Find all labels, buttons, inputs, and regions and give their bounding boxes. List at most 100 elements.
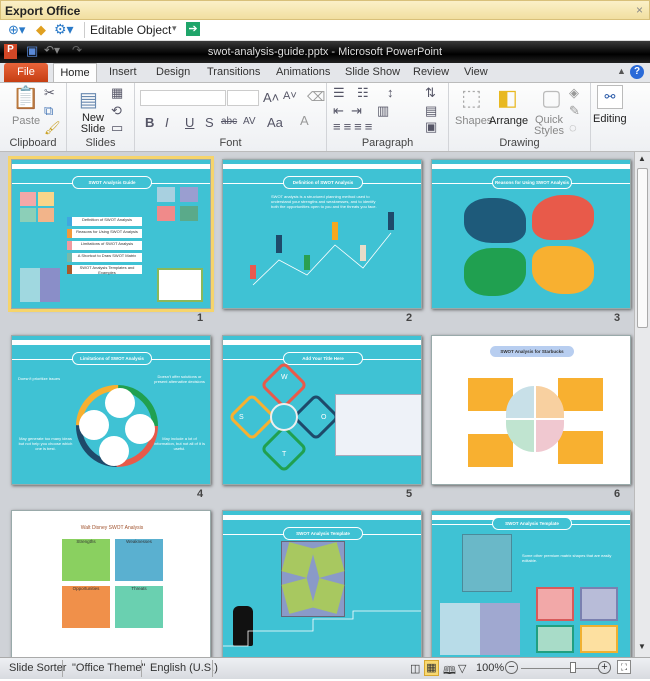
new-slide-icon[interactable]: ▤ <box>79 87 98 112</box>
scroll-up-icon[interactable]: ▲ <box>638 154 646 163</box>
slide-thumbnail-2[interactable]: Definition of SWOT Analysis SWOT analysi… <box>222 159 422 309</box>
font-color-button[interactable]: A <box>300 113 309 128</box>
layout-icon[interactable]: ▦ <box>111 85 123 101</box>
tab-home[interactable]: Home <box>53 63 97 83</box>
smartart-icon[interactable]: ▣ <box>425 119 437 135</box>
columns-icon[interactable]: ▥ <box>377 103 389 119</box>
zoom-slider-thumb[interactable] <box>570 662 576 673</box>
section-icon[interactable]: ▭ <box>111 120 123 136</box>
tab-transitions[interactable]: Transitions <box>207 66 260 78</box>
underline-button[interactable]: U <box>185 115 194 130</box>
settings-gear-icon[interactable]: ⚙▾ <box>54 21 74 38</box>
slide-thumbnail-7[interactable]: Walt Disney SWOT Analysis Strengths Weak… <box>11 510 211 660</box>
tab-design[interactable]: Design <box>156 66 190 78</box>
quick-styles-button[interactable]: Quick Styles <box>531 115 567 137</box>
paste-button[interactable]: Paste <box>12 115 40 127</box>
strikethrough-button[interactable]: abc <box>221 116 237 127</box>
theme-status[interactable]: "Office Theme" <box>72 662 145 674</box>
bullets-icon[interactable]: ☰ <box>333 85 345 101</box>
chess-line-chart <box>250 212 394 286</box>
slide-thumbnail-4[interactable]: Limitations of SWOT Analysis Doesn't pri… <box>11 335 211 485</box>
font-size-select[interactable] <box>227 90 259 106</box>
go-arrow-icon[interactable]: ➔ <box>186 22 200 36</box>
cut-icon[interactable]: ✂ <box>44 85 55 101</box>
clear-format-icon[interactable]: ⌫ <box>307 89 325 105</box>
normal-view-icon[interactable]: ◫ <box>410 662 420 675</box>
font-name-select[interactable] <box>140 90 226 106</box>
zoom-slider-track[interactable] <box>521 668 599 669</box>
mode-select[interactable]: Editable Object <box>90 23 171 37</box>
vertical-scrollbar[interactable]: ▲ ▼ <box>634 152 650 657</box>
scroll-down-icon[interactable]: ▼ <box>638 642 646 651</box>
tab-view[interactable]: View <box>464 66 488 78</box>
zoom-level[interactable]: 100% <box>476 662 504 674</box>
numbering-icon[interactable]: ☷ <box>357 85 369 101</box>
shrink-font-icon[interactable]: A˅ <box>283 90 297 102</box>
slide-thumbnail-1[interactable]: SWOT Analysis Guide Definition of SWOT A… <box>8 156 214 312</box>
paste-icon[interactable]: 📋 <box>12 85 39 111</box>
text-direction-icon[interactable]: ⇅ <box>425 85 436 101</box>
copy-icon[interactable]: ⧉ <box>44 103 53 119</box>
zoom-out-icon[interactable]: − <box>505 661 518 674</box>
chevron-down-icon[interactable]: ▾ <box>172 23 177 34</box>
editing-group: ⚯ Editing <box>591 83 631 151</box>
shapes-button[interactable]: Shapes <box>455 115 492 127</box>
tab-file[interactable]: File <box>4 63 48 82</box>
zoom-in-icon[interactable]: + <box>598 661 611 674</box>
align-text-icon[interactable]: ▤ <box>425 103 437 119</box>
slide-number: 6 <box>614 488 621 500</box>
shapes-icon[interactable]: ⬚ <box>461 85 482 111</box>
slide-thumbnail-5[interactable]: Add Your Title Here W S O T <box>222 335 422 485</box>
slide-number: 2 <box>406 312 413 324</box>
editing-button[interactable]: Editing <box>593 113 627 125</box>
ribbon-tabs: File Home Insert Design Transitions Anim… <box>0 63 650 83</box>
close-button[interactable]: × <box>636 3 643 17</box>
slide-thumbnail-3[interactable]: Reasons for Using SWOT Analysis <box>431 159 631 309</box>
drawing-group: ⬚ Shapes ◧ Arrange ▢ Quick Styles ◈ ✎ ◌ … <box>449 83 591 151</box>
change-case-button[interactable]: Aa <box>267 115 283 130</box>
arrange-icon[interactable]: ◧ <box>497 85 518 111</box>
clipboard-label: Clipboard <box>9 137 57 149</box>
line-spacing-icon[interactable]: ↕ <box>387 85 394 100</box>
clipboard-group: 📋 Paste ✂ ⧉ 🖌 Clipboard <box>0 83 67 151</box>
slideshow-view-icon[interactable]: ▽ <box>458 662 466 675</box>
slide-thumbnail-9[interactable]: SWOT Analysis Template Some other premiu… <box>431 510 631 660</box>
reading-view-icon[interactable]: 🕮 <box>443 662 456 681</box>
language-status[interactable]: English (U.S.) <box>150 662 218 674</box>
tab-insert[interactable]: Insert <box>109 66 137 78</box>
new-document-icon[interactable]: ⊕▾ <box>8 22 25 38</box>
slides-label: Slides <box>85 137 116 149</box>
fit-to-window-icon[interactable]: ⛶ <box>617 660 631 674</box>
status-bar: Slide Sorter "Office Theme" English (U.S… <box>0 657 650 679</box>
grow-font-icon[interactable]: A˄ <box>263 90 279 105</box>
decrease-indent-icon[interactable]: ⇤ <box>333 103 344 119</box>
spacing-button[interactable]: AV <box>243 116 256 127</box>
shape-fill-icon[interactable]: ◈ <box>569 85 579 101</box>
minimize-ribbon-icon[interactable]: ▲ <box>617 66 626 76</box>
italic-button[interactable]: I <box>165 115 169 130</box>
shape-effects-icon[interactable]: ◌ <box>569 120 577 135</box>
shadow-button[interactable]: S <box>205 115 214 130</box>
arrange-button[interactable]: Arrange <box>489 115 528 127</box>
tab-review[interactable]: Review <box>413 66 449 78</box>
help-icon[interactable]: ? <box>630 65 644 79</box>
find-binoculars-icon[interactable]: ⚯ <box>597 85 623 109</box>
slide-sorter-view-icon[interactable]: ▦ <box>424 660 439 676</box>
tab-animations[interactable]: Animations <box>276 66 330 78</box>
format-painter-icon[interactable]: 🖌 <box>44 120 61 136</box>
reset-icon[interactable]: ⟲ <box>111 103 122 119</box>
slide-thumbnail-8[interactable]: SWOT Analysis Template <box>222 510 422 660</box>
shape-outline-icon[interactable]: ✎ <box>569 103 580 119</box>
font-label: Font <box>219 137 242 149</box>
slide-thumbnail-6[interactable]: SWOT Analysis for Starbucks <box>431 335 631 485</box>
export-icon[interactable]: ◆ <box>36 22 46 38</box>
quick-styles-icon[interactable]: ▢ <box>541 85 562 111</box>
slide-number: 5 <box>406 488 413 500</box>
new-slide-button[interactable]: New Slide <box>79 113 107 135</box>
alignment-icons[interactable]: ≡≡≡≡ <box>333 119 375 134</box>
tab-slide-show[interactable]: Slide Show <box>345 66 400 78</box>
scrollbar-thumb[interactable] <box>637 168 648 328</box>
increase-indent-icon[interactable]: ⇥ <box>351 103 362 119</box>
bold-button[interactable]: B <box>145 115 154 130</box>
cycle-diagram <box>76 385 158 467</box>
